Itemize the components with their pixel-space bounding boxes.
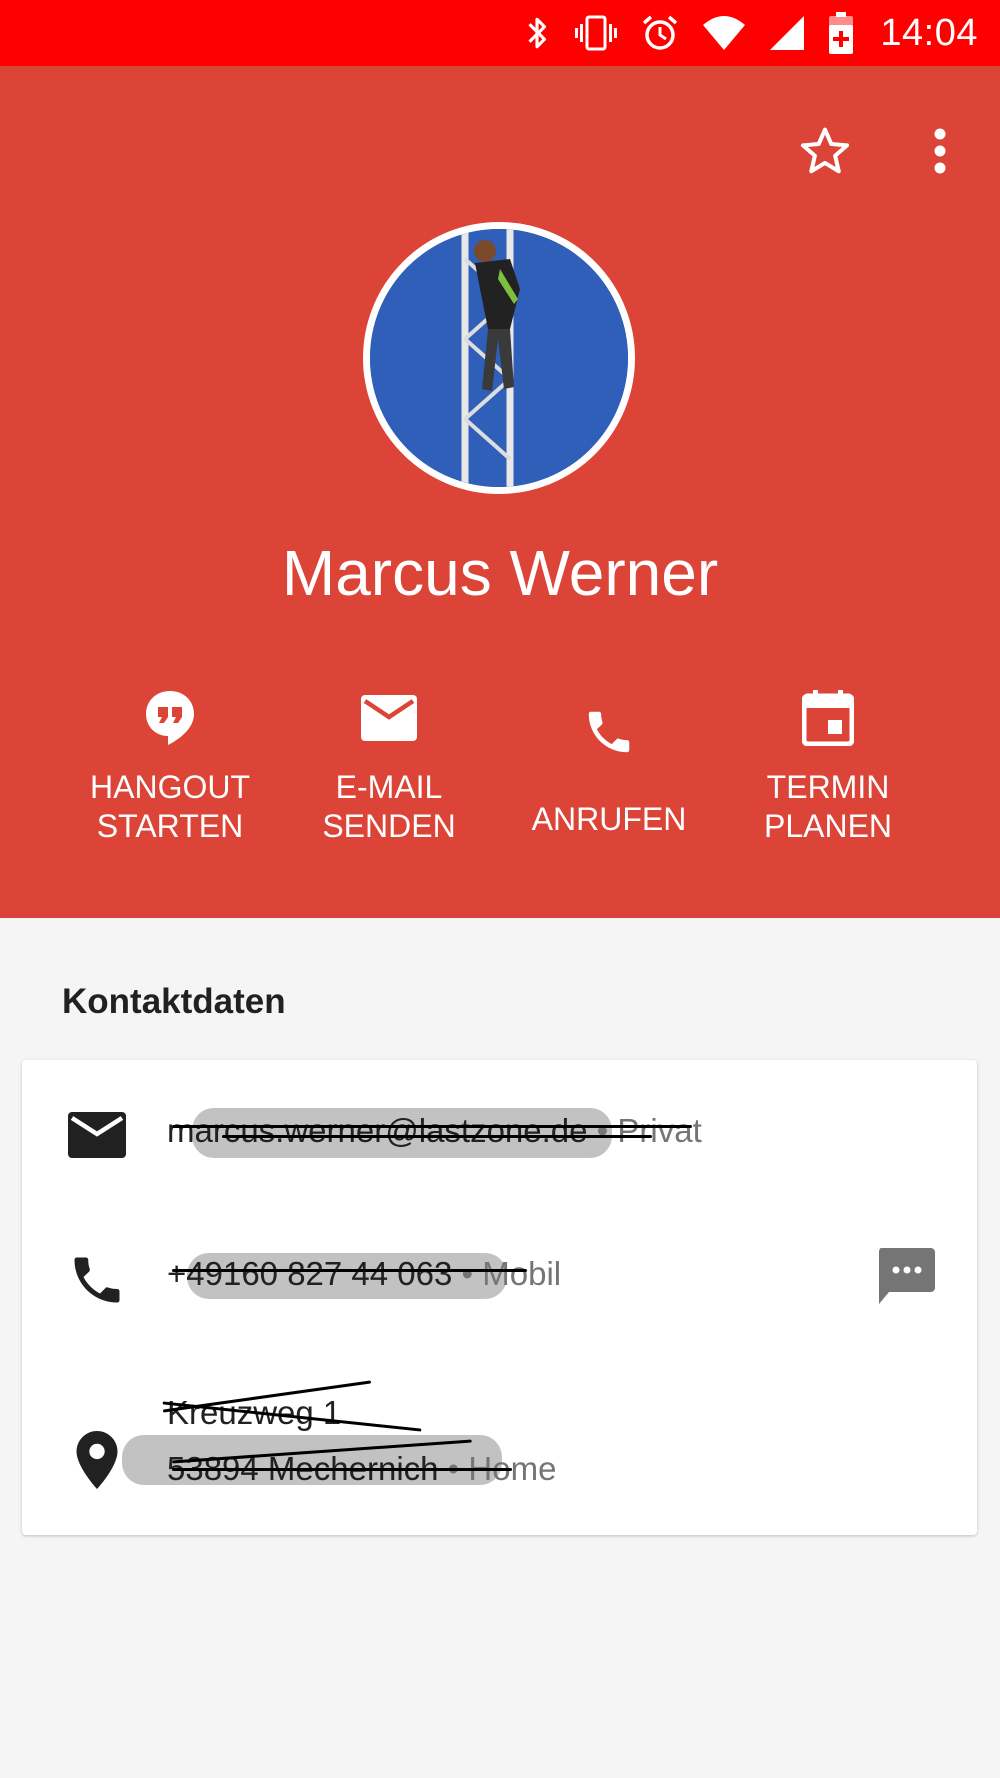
address-line1: Kreuzweg 1: [167, 1385, 556, 1441]
phone-value-line: +49160 827 44 063 • Mobil: [167, 1255, 561, 1293]
calendar-icon: [802, 690, 854, 746]
status-icons: 14:04: [522, 0, 978, 66]
email-separator: •: [587, 1112, 618, 1149]
hangout-start-button[interactable]: HANGOUT STARTEN: [60, 676, 280, 846]
email-label: E-MAIL SENDEN: [322, 769, 456, 844]
battery-charging-icon: [828, 11, 854, 55]
call-button[interactable]: ANRUFEN: [499, 676, 719, 839]
phone-separator: •: [452, 1255, 483, 1292]
message-icon: [879, 1248, 935, 1304]
email-row[interactable]: marcus.werner@lastzone.de • Privat: [22, 1100, 977, 1200]
schedule-event-button[interactable]: TERMIN PLANEN: [718, 676, 938, 846]
phone-icon: [74, 1257, 120, 1303]
status-time: 14:04: [880, 11, 978, 54]
phone-icon: [588, 711, 630, 753]
favorite-star-button[interactable]: [790, 116, 860, 186]
star-outline-icon: [800, 127, 850, 174]
vibrate-icon: [574, 13, 618, 53]
call-label: ANRUFEN: [531, 801, 687, 837]
avatar-photo: [370, 229, 628, 487]
email-row-icon: [62, 1100, 132, 1170]
email-value: marcus.werner@lastzone.de: [167, 1112, 588, 1149]
hangouts-icon: [146, 691, 194, 745]
phone-value: +49160 827 44 063: [167, 1255, 453, 1292]
contact-name: Marcus Werner: [281, 537, 719, 609]
cell-signal-icon: [768, 14, 806, 52]
wifi-icon: [702, 15, 746, 51]
section-title-contact-details: Kontaktdaten: [62, 982, 286, 1021]
email-icon: [361, 695, 417, 741]
status-bar: 14:04: [0, 0, 1000, 66]
location-pin-icon: [76, 1431, 118, 1489]
email-icon: [68, 1112, 126, 1158]
send-email-button[interactable]: E-MAIL SENDEN: [279, 676, 499, 846]
contact-avatar[interactable]: [363, 222, 635, 494]
phone-row[interactable]: +49160 827 44 063 • Mobil: [22, 1245, 977, 1345]
contact-header: Marcus Werner HANGOUT STARTEN E-MAIL SEN…: [0, 66, 1000, 918]
email-type: Privat: [617, 1112, 702, 1149]
bluetooth-icon: [522, 13, 552, 53]
more-vert-icon: [934, 128, 946, 174]
phone-row-icon: [62, 1245, 132, 1315]
contact-details-card: marcus.werner@lastzone.de • Privat +4916…: [22, 1060, 977, 1535]
send-sms-button[interactable]: [875, 1245, 937, 1307]
more-options-button[interactable]: [910, 116, 970, 186]
alarm-icon: [640, 13, 680, 53]
hangout-label: HANGOUT STARTEN: [90, 769, 250, 844]
schedule-label: TERMIN PLANEN: [763, 769, 893, 844]
email-value-line: marcus.werner@lastzone.de • Privat: [167, 1112, 702, 1150]
address-row[interactable]: Kreuzweg 1 53894 Mechernich • Home: [22, 1365, 977, 1535]
phone-type: Mobil: [482, 1255, 562, 1292]
